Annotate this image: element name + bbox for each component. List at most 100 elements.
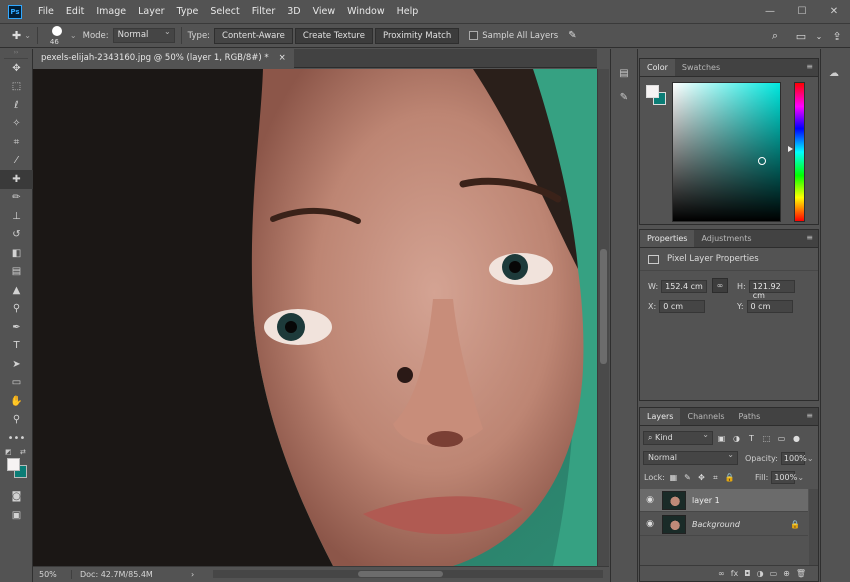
brush-preset-picker[interactable]: 46 — [48, 25, 66, 47]
chevron-down-icon[interactable]: ⌄ — [70, 31, 77, 40]
smart-object-filter-icon[interactable]: ▭ — [775, 434, 788, 443]
menu-window[interactable]: Window — [341, 6, 390, 17]
y-field[interactable]: 0 cm — [746, 300, 793, 313]
zoom-tool-icon[interactable]: ⚲ — [0, 411, 33, 430]
mode-select[interactable]: Normal — [112, 27, 175, 43]
brush-settings-icon[interactable]: ✎ — [611, 87, 637, 107]
screen-mode-icon[interactable]: ▣ — [0, 506, 33, 525]
tab-channels[interactable]: Channels — [680, 408, 731, 425]
fill-field[interactable]: 100% — [771, 471, 797, 484]
layer-style-icon[interactable]: fx — [731, 569, 739, 578]
eraser-tool-icon[interactable]: ◧ — [0, 244, 33, 263]
lock-image-icon[interactable]: ✎ — [682, 473, 693, 482]
tab-properties[interactable]: Properties — [640, 230, 695, 247]
default-colors-icon[interactable]: ◩ — [5, 448, 12, 456]
type-tool-icon[interactable]: T — [0, 337, 33, 356]
lock-artboard-icon[interactable]: ⌗ — [710, 473, 721, 483]
dodge-tool-icon[interactable]: ⚲ — [0, 300, 33, 319]
document-canvas[interactable] — [33, 69, 598, 566]
create-texture-button[interactable]: Create Texture — [294, 27, 373, 44]
width-field[interactable]: 152.4 cm — [661, 280, 708, 293]
menu-view[interactable]: View — [307, 6, 342, 17]
creative-cloud-icon[interactable]: ☁ — [821, 63, 847, 83]
horizontal-scrollbar[interactable] — [213, 570, 603, 578]
add-mask-icon[interactable]: ◘ — [744, 569, 750, 578]
brush-tool-icon[interactable]: ✏ — [0, 189, 33, 208]
chevron-down-icon[interactable]: ⌄ — [797, 473, 804, 482]
pressure-size-icon[interactable]: ✎ — [568, 30, 576, 41]
color-picker-field[interactable] — [672, 82, 781, 222]
more-tools-icon[interactable]: ••• — [0, 429, 33, 448]
lasso-tool-icon[interactable]: ℓ — [0, 96, 33, 115]
menu-layer[interactable]: Layer — [132, 6, 171, 17]
filter-toggle-icon[interactable]: ● — [790, 434, 803, 443]
toolbox-grip[interactable]: ›› — [4, 49, 28, 59]
lock-all-icon[interactable]: 🔒 — [724, 473, 735, 482]
pen-tool-icon[interactable]: ✒ — [0, 318, 33, 337]
menu-help[interactable]: Help — [391, 6, 425, 17]
foreground-color-swatch[interactable] — [646, 85, 659, 98]
delete-layer-icon[interactable]: 🗑 — [796, 569, 806, 578]
swap-colors-icon[interactable]: ⇄ — [20, 448, 26, 456]
search-icon[interactable]: ⌕ — [762, 29, 788, 43]
vertical-scrollbar[interactable] — [597, 69, 609, 566]
x-field[interactable]: 0 cm — [659, 300, 706, 313]
tab-layers[interactable]: Layers — [640, 408, 681, 425]
hue-slider[interactable] — [794, 82, 805, 222]
healing-brush-tool-icon[interactable]: ✚ — [0, 170, 33, 189]
hand-tool-icon[interactable]: ✋ — [0, 392, 33, 411]
content-aware-button[interactable]: Content-Aware — [214, 27, 293, 44]
clone-stamp-tool-icon[interactable]: ⊥ — [0, 207, 33, 226]
height-field[interactable]: 121.92 cm — [748, 280, 795, 300]
gradient-tool-icon[interactable]: ▤ — [0, 263, 33, 282]
zoom-level[interactable]: 50% — [33, 570, 71, 579]
layer-row-layer-1[interactable]: ◉ layer 1 — [640, 489, 808, 512]
pixel-filter-icon[interactable]: ▣ — [715, 434, 728, 443]
menu-image[interactable]: Image — [90, 6, 132, 17]
rectangle-tool-icon[interactable]: ▭ — [0, 374, 33, 393]
quick-selection-tool-icon[interactable]: ✧ — [0, 115, 33, 134]
close-tab-icon[interactable]: × — [279, 53, 286, 68]
opacity-field[interactable]: 100% — [780, 451, 807, 465]
scroll-thumb[interactable] — [358, 571, 443, 577]
move-tool-icon[interactable]: ✥ — [0, 59, 33, 78]
menu-type[interactable]: Type — [171, 6, 205, 17]
scroll-thumb[interactable] — [600, 249, 607, 364]
blend-mode-select[interactable]: Normal — [643, 450, 738, 465]
chevron-down-icon[interactable]: ⌄ — [24, 31, 31, 40]
minimize-button[interactable]: — — [754, 6, 786, 17]
hue-slider-arrow-icon[interactable] — [788, 146, 793, 152]
sample-all-layers-checkbox[interactable] — [469, 31, 479, 40]
close-window-button[interactable]: ✕ — [818, 6, 850, 17]
quick-mask-icon[interactable]: ◙ — [0, 488, 33, 507]
status-menu-arrow[interactable]: › — [191, 570, 194, 579]
menu-file[interactable]: File — [32, 6, 60, 17]
tab-swatches[interactable]: Swatches — [675, 59, 727, 76]
history-brush-tool-icon[interactable]: ↺ — [0, 226, 33, 245]
path-selection-tool-icon[interactable]: ➤ — [0, 355, 33, 374]
workspace-icon[interactable]: ▭ — [788, 30, 814, 43]
maximize-button[interactable]: ☐ — [786, 6, 818, 17]
link-dimensions-icon[interactable]: ∞ — [712, 278, 728, 293]
layers-scrollbar[interactable] — [809, 489, 818, 565]
tab-paths[interactable]: Paths — [732, 408, 768, 425]
lock-position-icon[interactable]: ✥ — [696, 473, 707, 482]
visibility-eye-icon[interactable]: ◉ — [640, 495, 660, 505]
proximity-match-button[interactable]: Proximity Match — [374, 27, 460, 44]
document-tab[interactable]: pexels-elijah-2343160.jpg @ 50% (layer 1… — [34, 49, 294, 68]
menu-edit[interactable]: Edit — [60, 6, 90, 17]
menu-select[interactable]: Select — [204, 6, 245, 17]
healing-brush-tool-preset-icon[interactable]: ✚ — [12, 29, 21, 42]
color-picker-ring[interactable] — [758, 157, 766, 165]
tab-adjustments[interactable]: Adjustments — [694, 230, 758, 247]
share-icon[interactable]: ⇪ — [824, 30, 850, 43]
panel-menu-icon[interactable]: ≡ — [806, 62, 813, 71]
tab-color[interactable]: Color — [640, 59, 675, 76]
menu-filter[interactable]: Filter — [246, 6, 282, 17]
panel-menu-icon[interactable]: ≡ — [806, 411, 813, 420]
eyedropper-tool-icon[interactable]: ⁄ — [0, 152, 33, 171]
history-panel-icon[interactable]: ▤ — [611, 63, 637, 83]
blur-tool-icon[interactable]: ▲ — [0, 281, 33, 300]
group-icon[interactable]: ▭ — [770, 569, 778, 578]
shape-filter-icon[interactable]: ⬚ — [760, 434, 773, 443]
